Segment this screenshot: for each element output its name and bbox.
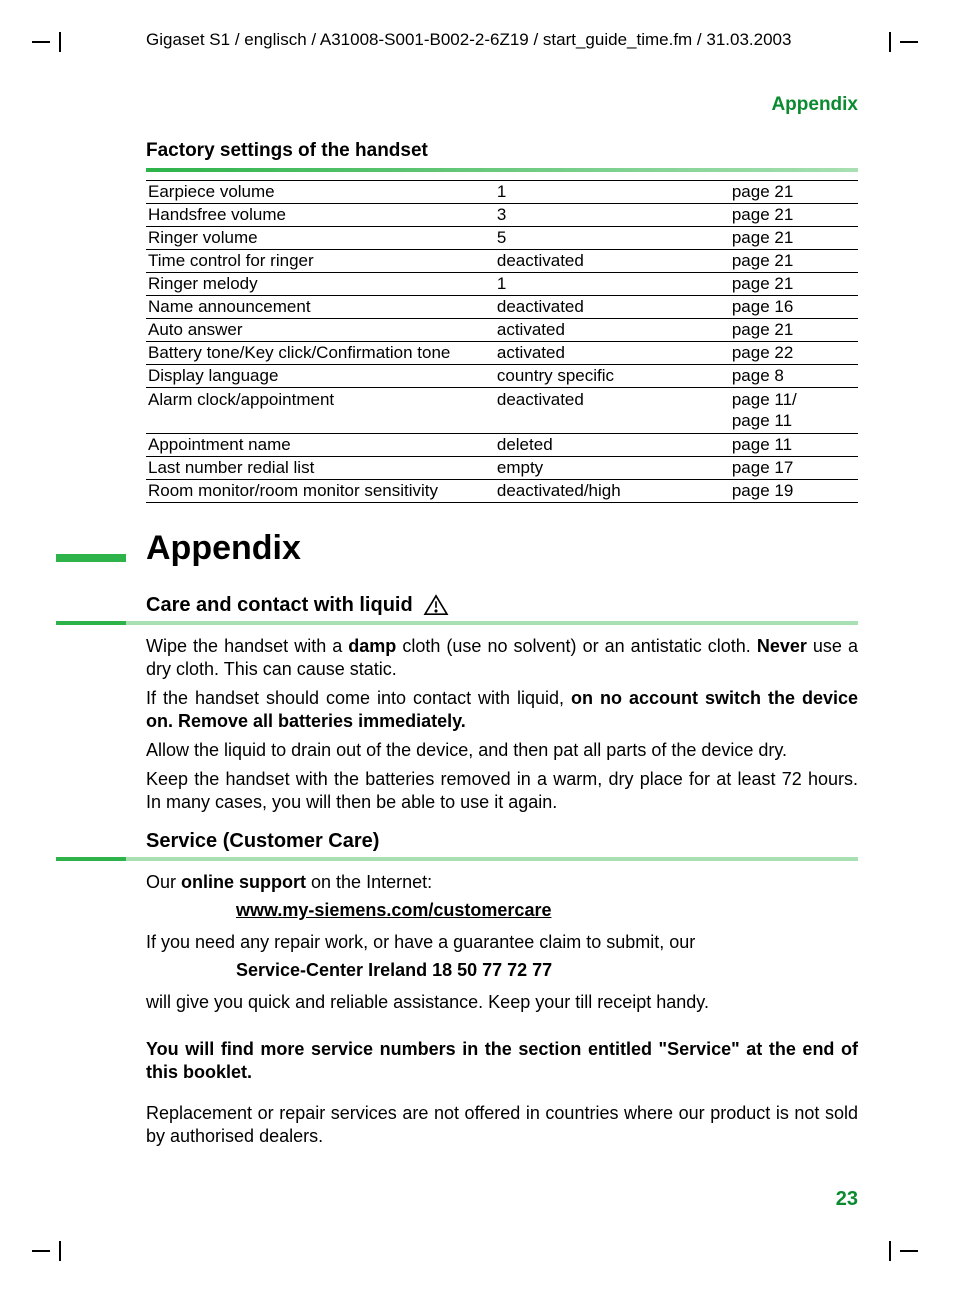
setting-name: Earpiece volume [146, 181, 495, 204]
setting-value: deleted [495, 433, 730, 456]
section-rule [56, 621, 858, 625]
setting-page: page 21 [730, 273, 858, 296]
setting-name: Alarm clock/appointment [146, 388, 495, 434]
service-center-line: Service-Center Ireland 18 50 77 72 77 [236, 960, 858, 981]
setting-name: Last number redial list [146, 456, 495, 479]
table-row: Earpiece volume1page 21 [146, 181, 858, 204]
page-header-section: Appendix [146, 94, 858, 116]
table-row: Display languagecountry specificpage 8 [146, 365, 858, 388]
care-paragraph-3: Allow the liquid to drain out of the dev… [146, 739, 858, 762]
service-paragraph-1: Our online support on the Internet: [146, 871, 858, 894]
setting-name: Battery tone/Key click/Confirmation tone [146, 342, 495, 365]
document-path: Gigaset S1 / englisch / A31008-S001-B002… [146, 30, 858, 50]
table-row: Appointment namedeletedpage 11 [146, 433, 858, 456]
setting-value: deactivated [495, 250, 730, 273]
subsection-service: Service (Customer Care) [146, 830, 858, 861]
service-bold-note: You will find more service numbers in th… [146, 1038, 858, 1084]
table-row: Handsfree volume3page 21 [146, 204, 858, 227]
setting-value: 5 [495, 227, 730, 250]
section-rule [56, 857, 858, 861]
care-paragraph-1: Wipe the handset with a damp cloth (use … [146, 635, 858, 681]
setting-value: empty [495, 456, 730, 479]
setting-name: Name announcement [146, 296, 495, 319]
crop-mark [880, 32, 900, 52]
setting-value: country specific [495, 365, 730, 388]
crop-mark [50, 32, 70, 52]
setting-page: page 16 [730, 296, 858, 319]
setting-page: page 11/ page 11 [730, 388, 858, 434]
table-row: Name announcementdeactivatedpage 16 [146, 296, 858, 319]
service-paragraph-4: Replacement or repair services are not o… [146, 1102, 858, 1148]
setting-page: page 21 [730, 319, 858, 342]
setting-name: Time control for ringer [146, 250, 495, 273]
setting-value: 1 [495, 181, 730, 204]
setting-value: deactivated [495, 388, 730, 434]
setting-value: deactivated [495, 296, 730, 319]
setting-name: Room monitor/room monitor sensitivity [146, 479, 495, 502]
subsection-title-service: Service (Customer Care) [146, 830, 379, 853]
table-row: Last number redial listemptypage 17 [146, 456, 858, 479]
warning-icon [423, 594, 449, 616]
crop-mark [880, 1241, 900, 1261]
subsection-title-care: Care and contact with liquid [146, 594, 413, 617]
customer-care-link[interactable]: www.my-siemens.com/customercare [236, 900, 551, 920]
page-number: 23 [836, 1188, 858, 1211]
heading-appendix: Appendix [146, 529, 858, 568]
section-rule [146, 168, 858, 172]
setting-page: page 8 [730, 365, 858, 388]
setting-value: activated [495, 319, 730, 342]
service-paragraph-2: If you need any repair work, or have a g… [146, 931, 858, 954]
setting-page: page 19 [730, 479, 858, 502]
setting-value: activated [495, 342, 730, 365]
factory-settings-table: Earpiece volume1page 21Handsfree volume3… [146, 180, 858, 503]
section-title-factory-settings: Factory settings of the handset [146, 140, 858, 162]
table-row: Alarm clock/appointmentdeactivatedpage 1… [146, 388, 858, 434]
table-row: Ringer melody1page 21 [146, 273, 858, 296]
setting-name: Ringer volume [146, 227, 495, 250]
table-row: Ringer volume5page 21 [146, 227, 858, 250]
setting-page: page 17 [730, 456, 858, 479]
crop-mark [50, 1241, 70, 1261]
table-row: Time control for ringerdeactivatedpage 2… [146, 250, 858, 273]
setting-page: page 22 [730, 342, 858, 365]
care-paragraph-2: If the handset should come into contact … [146, 687, 858, 733]
care-paragraph-4: Keep the handset with the batteries remo… [146, 768, 858, 814]
subsection-care: Care and contact with liquid [146, 594, 858, 625]
setting-name: Ringer melody [146, 273, 495, 296]
setting-name: Display language [146, 365, 495, 388]
setting-page: page 21 [730, 181, 858, 204]
setting-page: page 21 [730, 227, 858, 250]
table-row: Auto answeractivatedpage 21 [146, 319, 858, 342]
table-row: Room monitor/room monitor sensitivitydea… [146, 479, 858, 502]
setting-name: Auto answer [146, 319, 495, 342]
setting-value: deactivated/high [495, 479, 730, 502]
table-row: Battery tone/Key click/Confirmation tone… [146, 342, 858, 365]
setting-page: page 21 [730, 250, 858, 273]
service-paragraph-3: will give you quick and reliable assista… [146, 991, 858, 1014]
setting-name: Appointment name [146, 433, 495, 456]
service-link-line: www.my-siemens.com/customercare [236, 900, 858, 921]
setting-page: page 11 [730, 433, 858, 456]
setting-value: 3 [495, 204, 730, 227]
setting-value: 1 [495, 273, 730, 296]
setting-page: page 21 [730, 204, 858, 227]
setting-name: Handsfree volume [146, 204, 495, 227]
